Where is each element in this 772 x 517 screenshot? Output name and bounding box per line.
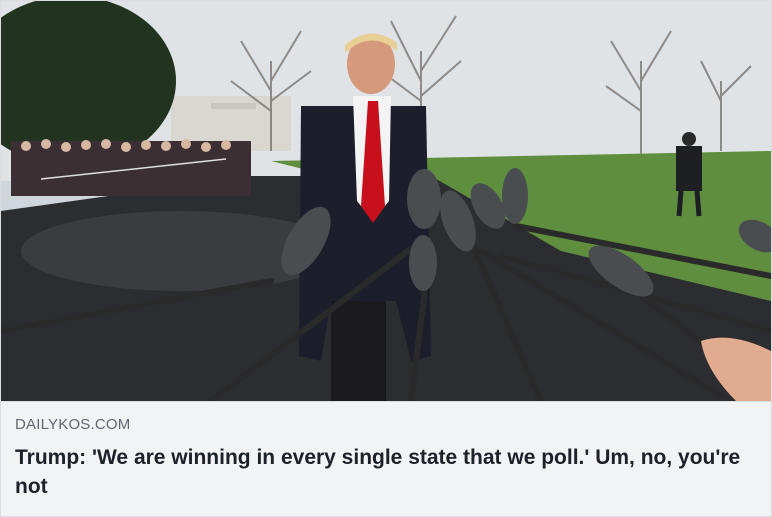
link-meta[interactable]: DAILYKOS.COM Trump: 'We are winning in e… bbox=[1, 401, 771, 516]
article-photo[interactable] bbox=[1, 1, 771, 401]
link-headline[interactable]: Trump: 'We are winning in every single s… bbox=[15, 443, 757, 501]
link-preview-card[interactable]: DAILYKOS.COM Trump: 'We are winning in e… bbox=[0, 0, 772, 517]
press-photo-illustration bbox=[1, 1, 771, 401]
link-domain: DAILYKOS.COM bbox=[15, 416, 131, 433]
